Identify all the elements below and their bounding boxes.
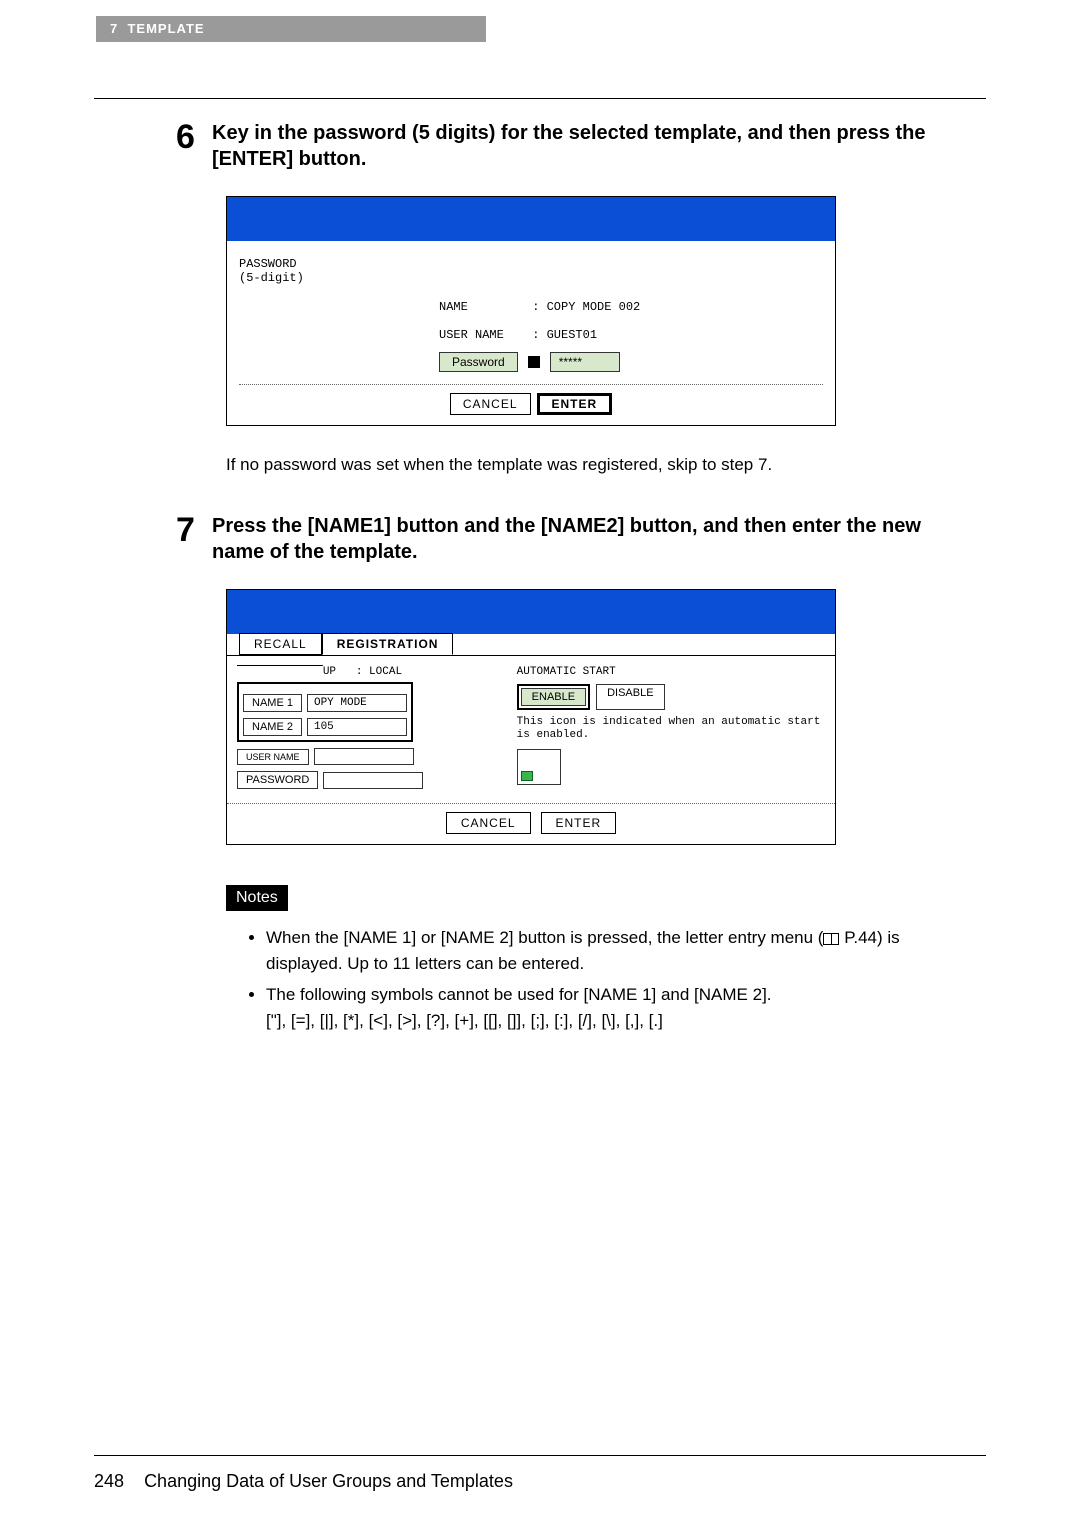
- auto-start-icon: [517, 749, 561, 785]
- password-button[interactable]: Password: [439, 352, 518, 372]
- step-instruction: Press the [NAME1] button and the [NAME2]…: [212, 513, 956, 565]
- password-button[interactable]: PASSWORD: [237, 771, 318, 789]
- top-rule: [94, 98, 986, 99]
- username-button[interactable]: USER NAME: [237, 749, 309, 765]
- screenshot-registration: RECALL REGISTRATION UP : LOCAL NAME 1 OP…: [226, 589, 836, 845]
- password-field[interactable]: *****: [550, 352, 620, 372]
- tab-registration[interactable]: REGISTRATION: [322, 633, 454, 655]
- chapter-header: 7 TEMPLATE: [96, 16, 486, 42]
- bottom-rule: [94, 1455, 986, 1456]
- step-number: 6: [176, 120, 212, 154]
- enable-highlight: ENABLE: [517, 684, 590, 710]
- name2-button[interactable]: NAME 2: [243, 718, 302, 736]
- disable-button[interactable]: DISABLE: [596, 684, 664, 710]
- enter-button[interactable]: ENTER: [537, 393, 613, 415]
- username-label: USER NAME: [439, 328, 525, 342]
- cancel-button[interactable]: CANCEL: [450, 393, 531, 415]
- chapter-num: 7: [110, 21, 118, 36]
- group-value: : LOCAL: [356, 666, 402, 678]
- name1-button[interactable]: NAME 1: [243, 694, 302, 712]
- chapter-title: TEMPLATE: [127, 21, 204, 36]
- note-item-2: The following symbols cannot be used for…: [266, 982, 956, 1033]
- screenshot-password: PASSWORD (5-digit) NAME : COPY MODE 002 …: [226, 196, 836, 426]
- password-label-2: (5-digit): [239, 271, 823, 285]
- username-value: : GUEST01: [532, 328, 597, 342]
- auto-start-indicator-icon: [521, 771, 533, 781]
- titlebar: [227, 590, 835, 634]
- section-title: Changing Data of User Groups and Templat…: [144, 1471, 513, 1491]
- name2-field[interactable]: 105: [307, 718, 407, 736]
- step-instruction: Key in the password (5 digits) for the s…: [212, 120, 956, 172]
- titlebar: [227, 197, 835, 241]
- step-7: 7 Press the [NAME1] button and the [NAME…: [176, 513, 956, 565]
- book-icon: [823, 933, 839, 945]
- name1-field[interactable]: OPY MODE: [307, 694, 407, 712]
- tab-recall[interactable]: RECALL: [239, 633, 322, 655]
- name-buttons-highlight: NAME 1 OPY MODE NAME 2 105: [237, 682, 413, 742]
- enable-button[interactable]: ENABLE: [521, 688, 586, 706]
- group-suffix: UP: [323, 666, 336, 678]
- name-value: : COPY MODE 002: [532, 300, 640, 314]
- page-footer: 248 Changing Data of User Groups and Tem…: [94, 1471, 513, 1492]
- name-label: NAME: [439, 300, 525, 314]
- page-number: 248: [94, 1471, 124, 1491]
- auto-start-label: AUTOMATIC START: [517, 666, 825, 678]
- step6-caption: If no password was set when the template…: [226, 452, 956, 478]
- password-field[interactable]: [323, 772, 423, 789]
- enter-button[interactable]: ENTER: [541, 812, 617, 834]
- password-label-1: PASSWORD: [239, 257, 823, 271]
- notes-label: Notes: [226, 885, 288, 911]
- indicator-dot: [528, 356, 540, 368]
- cancel-button[interactable]: CANCEL: [446, 812, 531, 834]
- username-field[interactable]: [314, 748, 414, 765]
- notes-list: When the [NAME 1] or [NAME 2] button is …: [248, 925, 956, 1033]
- step-number: 7: [176, 513, 212, 547]
- icon-note: This icon is indicated when an automatic…: [517, 716, 825, 742]
- step-6: 6 Key in the password (5 digits) for the…: [176, 120, 956, 172]
- note-item-1: When the [NAME 1] or [NAME 2] button is …: [266, 925, 956, 976]
